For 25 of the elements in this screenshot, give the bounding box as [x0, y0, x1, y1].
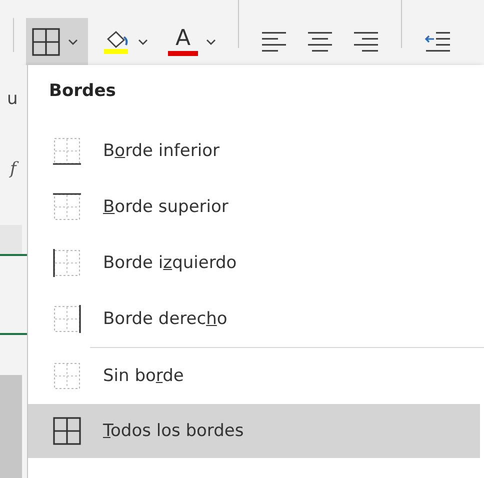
menu-item[interactable]: Borde superior [28, 179, 480, 235]
caret-icon [138, 38, 148, 44]
selected-cell [0, 225, 22, 255]
menu-item[interactable]: Borde inferior [28, 123, 480, 179]
paint-bucket-icon [106, 30, 128, 48]
borders-button[interactable] [26, 18, 88, 65]
right-border-icon [52, 304, 82, 334]
column-label: u [7, 89, 18, 109]
caret-icon [206, 38, 216, 44]
grid-icon [32, 28, 60, 56]
menu-item[interactable]: Sin borde [28, 348, 480, 404]
caret-icon [68, 38, 78, 44]
left-border-icon [52, 248, 82, 278]
menu-item[interactable]: Borde derecho [28, 291, 480, 347]
menu-heading: Bordes [48, 80, 117, 103]
all-borders-icon [52, 416, 82, 446]
bottom-border-icon [52, 136, 82, 166]
cell-border [0, 333, 27, 335]
menu-item[interactable]: Borde izquierdo [28, 235, 480, 291]
font-color-button[interactable]: A [162, 18, 222, 65]
menu-item[interactable]: Todos los bordes [28, 404, 480, 458]
top-border-icon [52, 192, 82, 222]
function-label: f [10, 159, 16, 179]
no-border-icon [52, 361, 82, 391]
cell-border [0, 254, 27, 256]
